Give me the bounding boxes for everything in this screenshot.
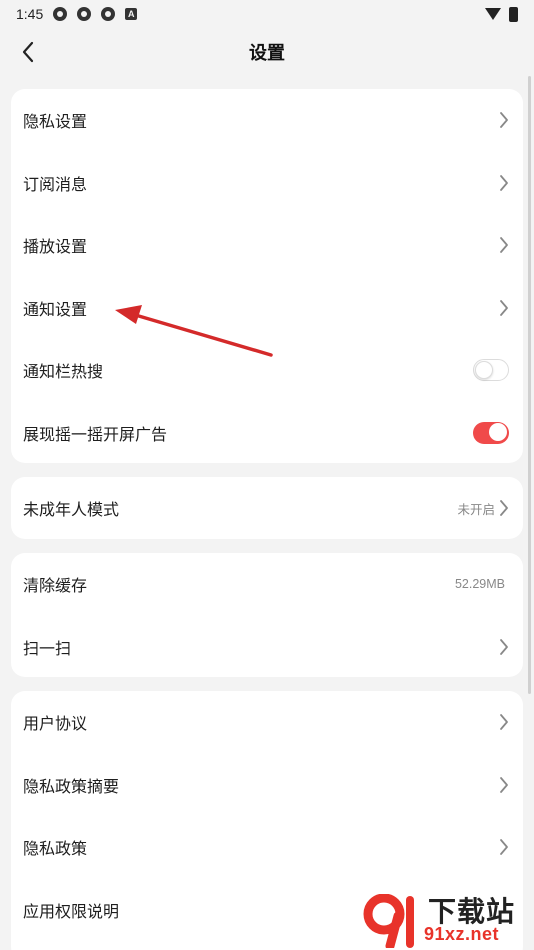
row-label: 扫一扫 [23, 638, 72, 658]
settings-row-privacy[interactable]: 隐私设置 [11, 89, 523, 152]
chevron-left-icon [22, 41, 34, 63]
chevron-right-icon [499, 838, 509, 856]
settings-row-privacy-policy[interactable]: 隐私政策 [11, 816, 523, 879]
chevron-right-icon [499, 299, 509, 317]
settings-row-notification[interactable]: 通知设置 [11, 277, 523, 340]
row-label: 展现摇一摇开屏广告 [23, 424, 168, 444]
chevron-right-icon [499, 713, 509, 731]
status-bar: 1:45 A [0, 0, 534, 28]
battery-icon [509, 6, 518, 22]
watermark-mark-icon [363, 894, 414, 948]
page-title: 设置 [249, 43, 285, 64]
settings-row-playback[interactable]: 播放设置 [11, 214, 523, 277]
row-label: 通知栏热搜 [23, 362, 104, 382]
chevron-right-icon [499, 499, 509, 517]
hot-search-toggle[interactable] [473, 359, 509, 382]
cache-size: 52.29MB [454, 577, 505, 592]
settings-row-scan[interactable]: 扫一扫 [11, 616, 523, 679]
scrollbar[interactable] [528, 76, 531, 694]
settings-card-minor-mode: 未成年人模式 未开启 [11, 477, 523, 539]
status-time: 1:45 [16, 6, 44, 22]
watermark-logo: 下载站 91xz.net [360, 890, 530, 948]
row-label: 隐私设置 [23, 112, 88, 132]
toggle-knob [489, 423, 507, 442]
settings-row-privacy-summary[interactable]: 隐私政策摘要 [11, 754, 523, 817]
wifi-icon [485, 8, 501, 20]
row-label: 用户协议 [23, 714, 88, 734]
settings-row-subscription[interactable]: 订阅消息 [11, 152, 523, 215]
app-notification-icon [101, 7, 116, 21]
app-notification-icon [77, 7, 92, 21]
settings-row-clear-cache[interactable]: 清除缓存 52.29MB [11, 553, 523, 616]
row-label: 应用权限说明 [23, 901, 120, 921]
chevron-right-icon [499, 111, 509, 129]
chevron-right-icon [499, 236, 509, 254]
chevron-right-icon [499, 174, 509, 192]
row-label: 订阅消息 [23, 174, 88, 194]
chevron-right-icon [499, 776, 509, 794]
app-notification-icon [53, 7, 68, 21]
row-label: 播放设置 [23, 237, 88, 257]
settings-row-shake-ad: 展现摇一摇开屏广告 [11, 402, 523, 465]
settings-row-user-agreement[interactable]: 用户协议 [11, 691, 523, 754]
settings-card-general: 隐私设置 订阅消息 播放设置 通知设置 通知栏热搜 展现摇一摇开屏广告 [11, 89, 523, 463]
settings-card-tools: 清除缓存 52.29MB 扫一扫 [11, 553, 523, 677]
toggle-knob [475, 360, 493, 379]
watermark-line2: 91xz.net [424, 924, 500, 944]
title-bar: 设置 [0, 30, 534, 74]
row-label: 通知设置 [23, 299, 88, 319]
settings-row-notification-hot-search: 通知栏热搜 [11, 339, 523, 402]
settings-row-minor-mode[interactable]: 未成年人模式 未开启 [11, 477, 523, 539]
a-badge-icon: A [125, 8, 138, 20]
row-label: 未成年人模式 [23, 500, 120, 519]
row-label: 隐私政策摘要 [23, 776, 120, 796]
minor-mode-status: 未开启 [457, 502, 495, 517]
back-button[interactable] [12, 36, 44, 68]
row-label: 清除缓存 [23, 576, 88, 596]
shake-ad-toggle[interactable] [473, 421, 509, 444]
row-label: 隐私政策 [23, 839, 88, 859]
chevron-right-icon [499, 638, 509, 656]
